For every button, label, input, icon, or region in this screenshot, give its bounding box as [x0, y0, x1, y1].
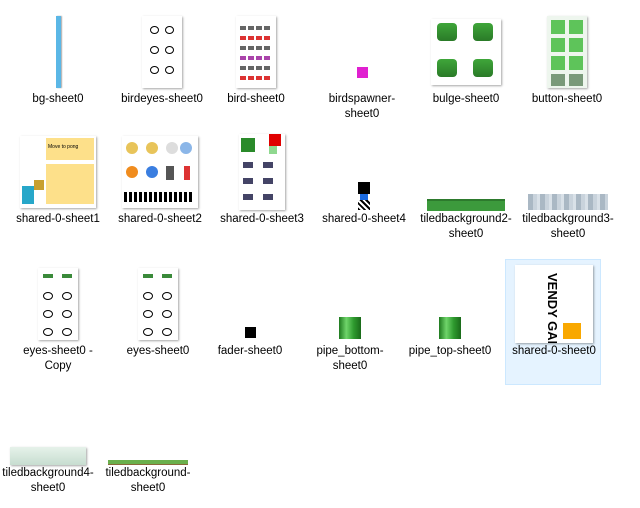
- thumbnail-tiledbackground3-sheet0: [520, 132, 616, 212]
- file-label: fader-sheet0: [217, 345, 283, 357]
- thumbnail-eyes-sheet0-copy: [10, 264, 106, 344]
- file-item-shared-0-sheet0[interactable]: VENDY GAMES shared-0-sheet0: [505, 259, 601, 385]
- thumbnail-bird-sheet0: [208, 12, 304, 92]
- file-label: bird-sheet0: [227, 93, 285, 105]
- file-item-tiledbackground4-sheet0[interactable]: tiledbackground4-sheet0: [0, 382, 96, 508]
- file-item-shared-0-sheet2[interactable]: shared-0-sheet2: [112, 128, 208, 254]
- file-label: pipe_top-sheet0: [408, 345, 492, 357]
- thumbnail-shared-0-sheet4: [316, 132, 412, 212]
- file-item-bulge-sheet0[interactable]: bulge-sheet0: [418, 8, 514, 134]
- thumbnail-shared-0-sheet1: Move to pong: [10, 132, 106, 212]
- file-label: shared-0-sheet4: [322, 213, 406, 225]
- thumbnail-shared-0-sheet3: [214, 132, 310, 212]
- file-item-shared-0-sheet4[interactable]: shared-0-sheet4: [316, 128, 412, 254]
- thumbnail-shared-0-sheet0: VENDY GAMES: [506, 264, 602, 344]
- file-label: birdspawner-sheet0: [328, 93, 396, 120]
- file-label: tiledbackground-sheet0: [105, 467, 191, 494]
- file-label: tiledbackground3-sheet0: [522, 213, 614, 240]
- thumbnail-button-sheet0: [519, 12, 615, 92]
- file-label: shared-0-sheet3: [220, 213, 304, 225]
- thumbnail-bg-sheet0: [10, 12, 106, 92]
- file-item-shared-0-sheet3[interactable]: shared-0-sheet3: [214, 128, 310, 254]
- file-item-eyes-sheet0-copy[interactable]: eyes-sheet0 - Copy: [10, 260, 106, 386]
- file-item-birdeyes-sheet0[interactable]: birdeyes-sheet0: [114, 8, 210, 134]
- thumbnail-pipe-bottom-sheet0: [302, 264, 398, 344]
- thumbnail-bulge-sheet0: [418, 12, 514, 92]
- file-item-shared-0-sheet1[interactable]: Move to pong shared-0-sheet1: [10, 128, 106, 254]
- file-label: bg-sheet0: [32, 93, 84, 105]
- thumbnail-tiledbackground-sheet0: [100, 386, 196, 466]
- file-item-tiledbackground-sheet0[interactable]: tiledbackground-sheet0: [100, 382, 196, 508]
- file-label: shared-0-sheet1: [16, 213, 100, 225]
- file-label: pipe_bottom-sheet0: [316, 345, 384, 372]
- thumbnail-eyes-sheet0: [110, 264, 206, 344]
- file-item-pipe-top-sheet0[interactable]: pipe_top-sheet0: [402, 260, 498, 386]
- thumbnail-tiledbackground4-sheet0: [0, 386, 96, 466]
- file-label: shared-0-sheet2: [118, 213, 202, 225]
- file-label: button-sheet0: [531, 93, 603, 105]
- file-item-pipe-bottom-sheet0[interactable]: pipe_bottom-sheet0: [302, 260, 398, 386]
- file-item-button-sheet0[interactable]: button-sheet0: [519, 8, 615, 134]
- file-label: tiledbackground2-sheet0: [420, 213, 512, 240]
- file-label: tiledbackground4-sheet0: [2, 467, 94, 494]
- file-item-bg-sheet0[interactable]: bg-sheet0: [10, 8, 106, 134]
- file-label: shared-0-sheet0: [512, 345, 596, 357]
- file-item-tiledbackground2-sheet0[interactable]: tiledbackground2-sheet0: [418, 128, 514, 254]
- file-label: eyes-sheet0: [126, 345, 190, 357]
- thumbnail-pipe-top-sheet0: [402, 264, 498, 344]
- file-item-fader-sheet0[interactable]: fader-sheet0: [202, 260, 298, 386]
- file-label: bulge-sheet0: [432, 93, 500, 105]
- file-item-birdspawner-sheet0[interactable]: birdspawner-sheet0: [314, 8, 410, 134]
- thumbnail-fader-sheet0: [202, 264, 298, 344]
- file-item-tiledbackground3-sheet0[interactable]: tiledbackground3-sheet0: [520, 128, 616, 254]
- thumbnail-tiledbackground2-sheet0: [418, 132, 514, 212]
- file-item-bird-sheet0[interactable]: bird-sheet0: [208, 8, 304, 134]
- vendy-games-logo: VENDY GAMES: [545, 273, 560, 343]
- thumbnail-birdeyes-sheet0: [114, 12, 210, 92]
- file-label: birdeyes-sheet0: [121, 93, 203, 105]
- thumbnail-shared-0-sheet2: [112, 132, 208, 212]
- file-label: eyes-sheet0 - Copy: [23, 345, 93, 372]
- file-item-eyes-sheet0[interactable]: eyes-sheet0: [110, 260, 206, 386]
- thumbnail-birdspawner-sheet0: [314, 12, 410, 92]
